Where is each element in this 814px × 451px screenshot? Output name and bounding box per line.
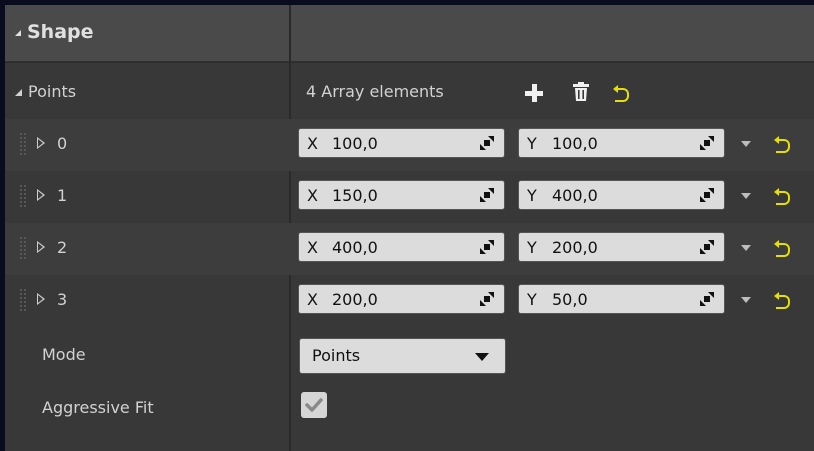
dropdown-caret-icon (475, 353, 489, 361)
x-label: X (307, 134, 318, 153)
expand-triangle-icon (15, 89, 22, 96)
chevron-down-icon[interactable] (741, 141, 751, 147)
expand-arrow-icon[interactable] (37, 137, 45, 149)
drag-handle-icon[interactable] (19, 236, 27, 260)
y-value: 400,0 (552, 186, 598, 205)
array-element-row: 0 X 100,0 Y 100,0 (5, 119, 814, 171)
x-label: X (307, 186, 318, 205)
expand-icon[interactable] (700, 188, 714, 202)
y-field[interactable]: Y 400,0 (518, 180, 725, 210)
expand-arrow-icon[interactable] (37, 241, 45, 253)
x-field[interactable]: X 150,0 (298, 180, 505, 210)
points-label-text: Points (28, 82, 77, 101)
y-label: Y (527, 238, 537, 257)
x-label: X (307, 238, 318, 257)
reset-arrow-icon[interactable] (774, 136, 790, 153)
x-field[interactable]: X 400,0 (298, 232, 505, 262)
aggressive-fit-label: Aggressive Fit (42, 398, 154, 417)
reset-arrow-icon[interactable] (774, 292, 790, 309)
chevron-down-icon[interactable] (741, 297, 751, 303)
checkmark-icon (305, 398, 323, 412)
plus-icon[interactable] (525, 84, 543, 102)
chevron-down-icon[interactable] (741, 193, 751, 199)
expand-icon[interactable] (700, 136, 714, 150)
chevron-down-icon[interactable] (741, 245, 751, 251)
array-element-row: 2 X 400,0 Y 200,0 (5, 223, 814, 275)
element-index: 3 (57, 290, 68, 309)
y-label: Y (527, 290, 537, 309)
element-index: 2 (57, 238, 68, 257)
mode-label: Mode (42, 345, 86, 364)
array-summary: 4 Array elements (306, 82, 444, 101)
mode-dropdown[interactable]: Points (299, 338, 506, 374)
y-field[interactable]: Y 100,0 (518, 128, 725, 158)
expand-icon[interactable] (700, 292, 714, 306)
expand-icon[interactable] (700, 240, 714, 254)
category-title-text: Shape (27, 21, 94, 43)
x-value: 100,0 (332, 134, 378, 153)
x-value: 200,0 (332, 290, 378, 309)
expand-icon[interactable] (480, 240, 494, 254)
expand-icon[interactable] (480, 188, 494, 202)
drag-handle-icon[interactable] (19, 184, 27, 208)
y-value: 200,0 (552, 238, 598, 257)
x-field[interactable]: X 100,0 (298, 128, 505, 158)
x-value: 150,0 (332, 186, 378, 205)
x-field[interactable]: X 200,0 (298, 284, 505, 314)
array-element-row: 1 X 150,0 Y 400,0 (5, 171, 814, 223)
element-index: 1 (57, 186, 68, 205)
points-label[interactable]: Points (15, 82, 76, 101)
reset-arrow-icon[interactable] (774, 188, 790, 205)
y-label: Y (527, 134, 537, 153)
expand-icon[interactable] (480, 136, 494, 150)
details-panel: Shape Points 4 Array elements 0 X 100,0 … (5, 5, 814, 451)
points-row: Points 4 Array elements (5, 67, 814, 119)
drag-handle-icon[interactable] (19, 288, 27, 312)
expand-arrow-icon[interactable] (37, 189, 45, 201)
reset-arrow-icon[interactable] (774, 240, 790, 257)
trash-icon[interactable] (572, 82, 590, 102)
expand-arrow-icon[interactable] (37, 293, 45, 305)
y-label: Y (527, 186, 537, 205)
element-index: 0 (57, 134, 68, 153)
y-field[interactable]: Y 50,0 (518, 284, 725, 314)
category-title: Shape (15, 21, 94, 43)
y-value: 50,0 (552, 290, 588, 309)
y-field[interactable]: Y 200,0 (518, 232, 725, 262)
expand-icon[interactable] (480, 292, 494, 306)
reset-arrow-icon[interactable] (613, 85, 629, 102)
category-header-shape[interactable]: Shape (5, 5, 814, 63)
array-element-row: 3 X 200,0 Y 50,0 (5, 275, 814, 327)
aggressive-fit-checkbox[interactable] (301, 392, 327, 418)
drag-handle-icon[interactable] (19, 132, 27, 156)
x-label: X (307, 290, 318, 309)
y-value: 100,0 (552, 134, 598, 153)
mode-selected-value: Points (312, 346, 361, 365)
collapse-triangle-icon (15, 29, 21, 36)
x-value: 400,0 (332, 238, 378, 257)
